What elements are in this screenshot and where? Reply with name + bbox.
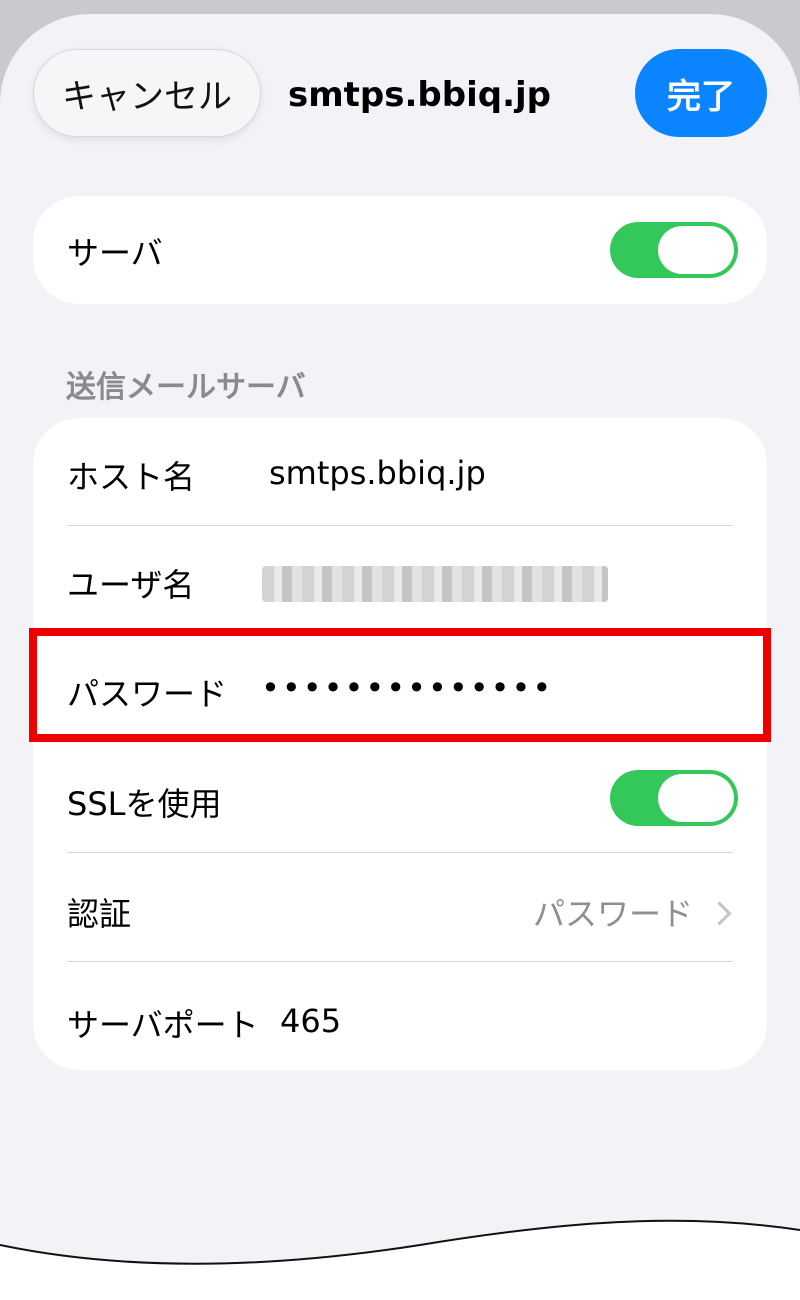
auth-row[interactable]: 認証 パスワード — [33, 853, 767, 961]
port-field[interactable]: 465 — [280, 1002, 341, 1040]
server-label: サーバ — [67, 234, 163, 272]
user-label: ユーザ名 — [67, 566, 195, 604]
cancel-button[interactable]: キャンセル — [33, 49, 261, 137]
chevron-right-icon — [707, 901, 732, 926]
torn-edge-decoration — [0, 1219, 800, 1300]
host-field[interactable]: smtps.bbiq.jp — [269, 454, 486, 492]
auth-label: 認証 — [67, 895, 132, 933]
done-button[interactable]: 完了 — [635, 49, 767, 137]
port-label: サーバポート — [67, 1006, 259, 1044]
server-card: サーバ — [33, 196, 767, 304]
host-label: ホスト名 — [67, 458, 196, 496]
ssl-row: SSLを使用 — [33, 743, 767, 852]
password-highlight-box — [29, 628, 771, 742]
page-title: smtps.bbiq.jp — [288, 75, 551, 115]
toggle-knob — [658, 774, 734, 822]
server-row: サーバ — [33, 196, 767, 304]
auth-value: パスワード — [533, 895, 694, 933]
ssl-label: SSLを使用 — [67, 785, 222, 823]
done-label: 完了 — [667, 76, 735, 117]
host-row[interactable]: ホスト名 smtps.bbiq.jp — [33, 418, 767, 526]
outgoing-server-card: ホスト名 smtps.bbiq.jp ユーザ名 パスワード ••••••••••… — [33, 418, 767, 1070]
section-header-outgoing: 送信メールサーバ — [66, 370, 306, 405]
port-row[interactable]: サーバポート 465 — [33, 962, 767, 1070]
cancel-label: キャンセル — [62, 76, 232, 117]
server-toggle[interactable] — [610, 222, 738, 278]
username-redacted-value — [262, 566, 608, 602]
toggle-knob — [658, 226, 734, 274]
ssl-toggle[interactable] — [610, 770, 738, 826]
